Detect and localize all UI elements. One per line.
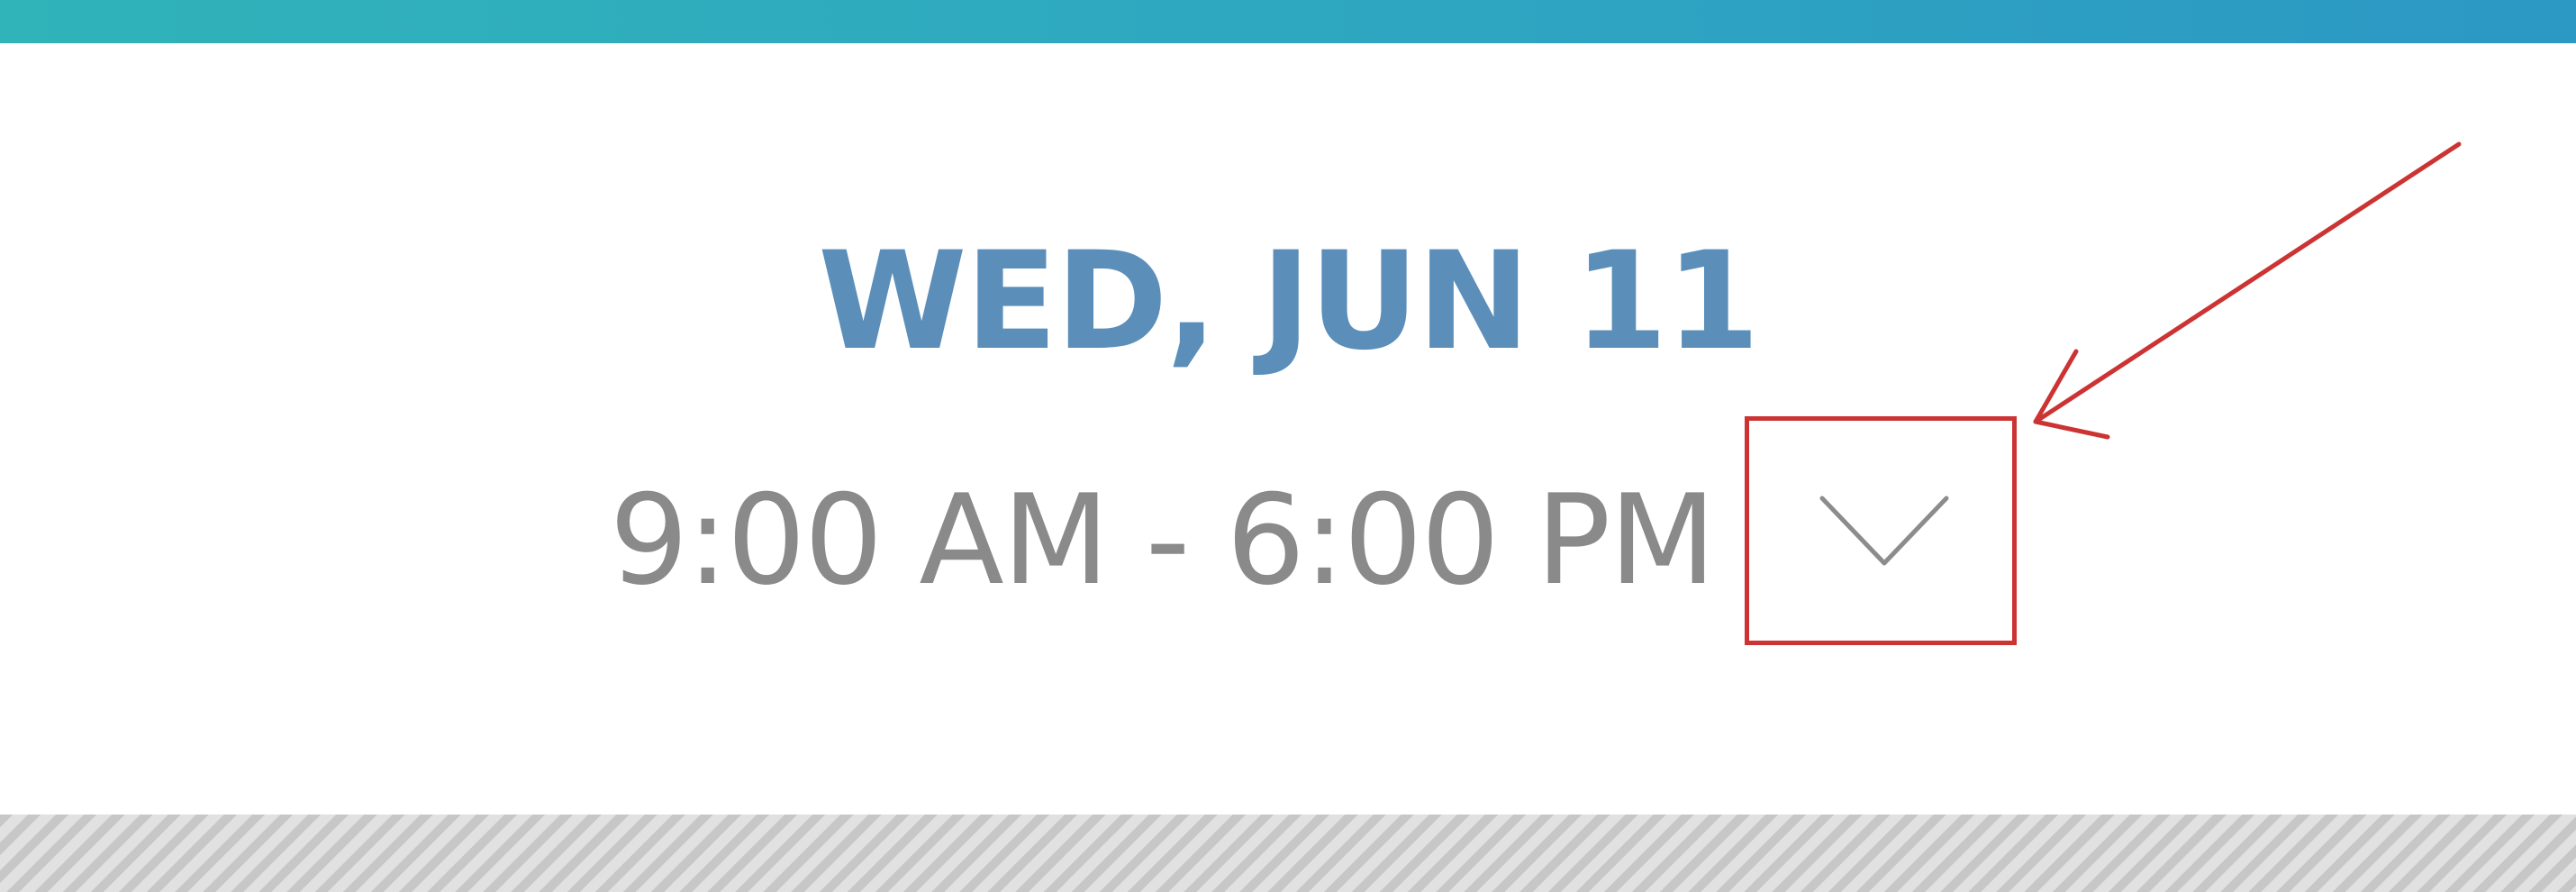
time-range-dropdown-toggle[interactable] [1745, 414, 2020, 643]
schedule-date-heading: WED, JUN 11 [818, 223, 1760, 380]
chevron-down-icon [1819, 496, 1949, 566]
top-header-bar [0, 0, 2576, 43]
time-range-text: 9:00 AM - 6:00 PM [609, 468, 1717, 613]
hatched-footer-area [0, 815, 2576, 892]
time-range-row: 9:00 AM - 6:00 PM [0, 473, 2576, 608]
schedule-panel [0, 43, 2576, 815]
